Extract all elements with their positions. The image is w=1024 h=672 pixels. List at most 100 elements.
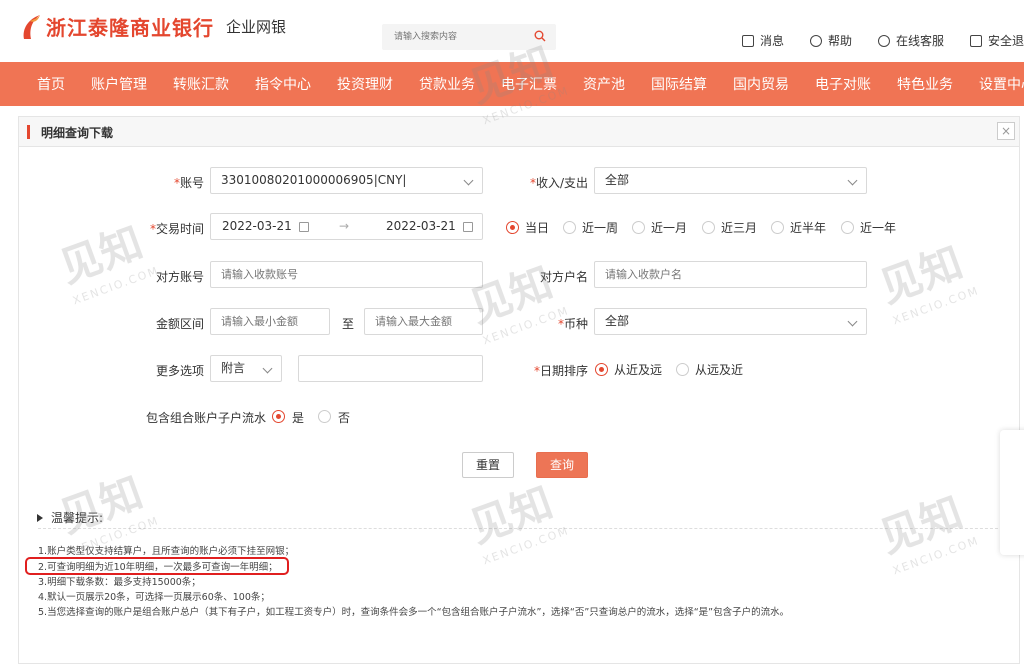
nav-item-asset-pool[interactable]: 资产池 — [570, 74, 638, 94]
nav-item-transfer[interactable]: 转账汇款 — [160, 74, 242, 94]
logout-link[interactable]: 安全退 — [969, 32, 1024, 49]
search-box — [382, 24, 556, 50]
close-icon[interactable]: × — [997, 122, 1015, 140]
nav-item-domestic-trade[interactable]: 国内贸易 — [720, 74, 802, 94]
date-range-3months-radio[interactable] — [702, 221, 715, 234]
account-label-text: 账号 — [179, 176, 204, 190]
chevron-down-icon — [847, 175, 858, 186]
date-range-year-radio[interactable] — [841, 221, 854, 234]
account-value: 33010080201000006905|CNY| — [221, 173, 407, 187]
amount-min-input[interactable] — [210, 308, 330, 335]
help-link[interactable]: 帮助 — [809, 32, 852, 49]
date-range-3months-label: 近三月 — [721, 221, 758, 235]
tips-divider — [38, 528, 1018, 529]
sub-account-no-radio[interactable] — [318, 410, 331, 423]
search-icon[interactable] — [534, 30, 546, 42]
date-range-halfyear-radio[interactable] — [771, 221, 784, 234]
nav-item-home[interactable]: 首页 — [0, 74, 78, 94]
date-range-week-label: 近一周 — [582, 221, 619, 235]
amount-max-input[interactable] — [364, 308, 483, 335]
tip-line-1: 1.账户类型仅支持结算户，且所查询的账户必须下挂至网银； — [38, 546, 295, 557]
messages-label: 消息 — [759, 34, 784, 48]
message-icon — [741, 34, 754, 47]
calendar-icon — [463, 222, 473, 232]
more-options-value: 附言 — [221, 361, 246, 375]
account-label: *账号 — [150, 174, 204, 191]
date-start[interactable]: 2022-03-21 — [222, 214, 292, 239]
currency-select[interactable]: 全部 — [594, 308, 867, 335]
tip-line-3: 3.明细下载条数：最多支持15000条； — [38, 577, 201, 588]
date-range-week-radio[interactable] — [563, 221, 576, 234]
counter-name-label: 对方户名 — [539, 270, 588, 284]
help-icon — [809, 34, 822, 47]
sort-label-text: 日期排序 — [539, 364, 588, 378]
tip-line-4: 4.默认一页展示20条，可选择一页展示60条、100条； — [38, 592, 270, 603]
date-range-halfyear-label: 近半年 — [790, 221, 827, 235]
counter-name-input[interactable] — [594, 261, 867, 288]
counter-account-label: 对方账号 — [155, 270, 204, 284]
date-arrow: → — [339, 219, 350, 233]
tip-line-5: 5.当您选择查询的账户是组合账户总户（其下有子户，如工程工资专户）时，查询条件会… — [38, 607, 790, 618]
more-options-label: 更多选项 — [155, 364, 204, 378]
nav-item-loans[interactable]: 贷款业务 — [406, 74, 488, 94]
income-label-text: 收入/支出 — [535, 176, 588, 190]
bank-logo[interactable]: 浙江泰隆商业银行 企业网银 — [20, 12, 286, 41]
currency-value: 全部 — [605, 314, 630, 328]
nav-item-settings[interactable]: 设置中心 — [966, 74, 1024, 94]
nav-item-accounts[interactable]: 账户管理 — [78, 74, 160, 94]
bank-name: 浙江泰隆商业银行 — [46, 16, 214, 40]
help-label: 帮助 — [827, 34, 852, 48]
online-service-link[interactable]: 在线客服 — [877, 32, 944, 49]
highlight-annotation — [25, 557, 289, 575]
nav-item-intl-settlement[interactable]: 国际结算 — [638, 74, 720, 94]
date-end[interactable]: 2022-03-21 — [386, 214, 456, 239]
system-name: 企业网银 — [226, 18, 287, 36]
more-options-input[interactable] — [298, 355, 483, 382]
sub-account-yes-radio[interactable] — [272, 410, 285, 423]
panel-header: 明细查询下载 × — [19, 117, 1019, 147]
query-button[interactable]: 查询 — [536, 452, 588, 478]
chevron-down-icon — [847, 316, 858, 327]
title-accent-bar — [27, 125, 30, 139]
logout-label: 安全退 — [987, 34, 1024, 48]
nav-item-instructions[interactable]: 指令中心 — [242, 74, 324, 94]
top-links: 消息 帮助 在线客服 安全退 — [716, 32, 1024, 49]
date-range-picker[interactable]: 2022-03-21 → 2022-03-21 — [210, 213, 483, 240]
panel-title: 明细查询下载 — [41, 126, 114, 140]
date-range-today-radio[interactable] — [506, 221, 519, 234]
counter-account-input[interactable] — [210, 261, 483, 288]
bank-logo-icon — [20, 13, 42, 41]
search-input[interactable] — [382, 24, 522, 50]
tips-toggle[interactable]: 温馨提示: — [37, 509, 103, 526]
nav-item-investment[interactable]: 投资理财 — [324, 74, 406, 94]
sort-asc-label: 从远及近 — [695, 363, 744, 377]
currency-label: *币种 — [520, 315, 588, 332]
chevron-down-icon — [262, 363, 273, 374]
sub-account-no-label: 否 — [338, 411, 351, 425]
date-range-today-label: 当日 — [525, 221, 550, 235]
reset-button[interactable]: 重置 — [462, 452, 514, 478]
sort-desc-radio[interactable] — [595, 363, 608, 376]
more-options-select[interactable]: 附言 — [210, 355, 282, 382]
sort-asc-radio[interactable] — [676, 363, 689, 376]
online-service-label: 在线客服 — [895, 34, 944, 48]
income-select[interactable]: 全部 — [594, 167, 867, 194]
sub-account-label: 包含组合账户子户流水 — [145, 411, 266, 425]
nav-item-e-reconciliation[interactable]: 电子对账 — [802, 74, 884, 94]
calendar-icon — [299, 222, 309, 232]
account-select[interactable]: 33010080201000006905|CNY| — [210, 167, 483, 194]
sub-account-yes-label: 是 — [292, 411, 305, 425]
tips-title: 温馨提示: — [51, 511, 104, 525]
date-range-month-radio[interactable] — [632, 221, 645, 234]
main-nav: 首页 账户管理 转账汇款 指令中心 投资理财 贷款业务 电子汇票 资产池 国际结… — [0, 62, 1024, 106]
floating-service-card[interactable] — [1000, 430, 1024, 555]
amount-to-label: 至 — [342, 317, 355, 331]
nav-item-special[interactable]: 特色业务 — [884, 74, 966, 94]
logout-icon — [969, 34, 982, 47]
sort-label: *日期排序 — [520, 362, 588, 379]
messages-link[interactable]: 消息 — [741, 32, 784, 49]
income-label: *收入/支出 — [520, 174, 588, 191]
nav-item-e-draft[interactable]: 电子汇票 — [488, 74, 570, 94]
date-range-year-label: 近一年 — [860, 221, 897, 235]
amount-label: 金额区间 — [155, 317, 204, 331]
